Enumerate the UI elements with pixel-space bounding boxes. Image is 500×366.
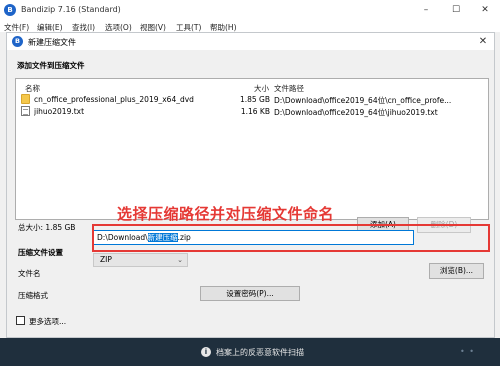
format-select[interactable]: ZIP ⌄ — [93, 253, 188, 267]
folder-icon — [21, 94, 30, 104]
file-name: jihuo2019.txt — [34, 107, 85, 116]
file-list[interactable]: 名称 大小 文件路径 cn_office_professional_plus_2… — [15, 78, 489, 220]
maximize-button[interactable]: ☐ — [443, 2, 469, 18]
file-row[interactable]: cn_office_professional_plus_2019_x64_dvd… — [16, 93, 488, 105]
annotation-caption: 选择压缩路径并对压缩文件命名 — [117, 205, 335, 223]
dialog-close-button[interactable]: ✕ — [475, 35, 491, 49]
more-options-checkbox[interactable] — [16, 316, 25, 325]
format-value: ZIP — [100, 255, 112, 264]
text-file-icon — [21, 106, 30, 116]
chevron-down-icon: ⌄ — [177, 256, 183, 264]
file-path: D:\Download\office2019_64位\jihuo2019.txt — [274, 108, 438, 117]
filename-label: 文件名 — [18, 269, 41, 278]
file-size: 1.16 KB — [240, 107, 270, 116]
status-bar: i 档案上的反恶意软件扫描 • • — [0, 338, 500, 366]
new-archive-dialog: B 新建压缩文件 ✕ 添加文件到压缩文件 名称 大小 文件路径 cn_offic… — [6, 32, 495, 338]
minimize-button[interactable]: – — [413, 2, 439, 18]
dialog-title: 新建压缩文件 — [28, 38, 76, 47]
more-options-label[interactable]: 更多选项... — [29, 316, 66, 327]
info-icon: i — [201, 347, 211, 357]
add-files-section-title: 添加文件到压缩文件 — [17, 61, 85, 70]
set-password-button[interactable]: 设置密码(P)... — [200, 286, 300, 301]
format-label: 压缩格式 — [18, 291, 48, 300]
archive-settings-section-title: 压缩文件设置 — [18, 248, 63, 257]
file-row[interactable]: jihuo2019.txt 1.16 KB D:\Download\office… — [16, 105, 488, 117]
browse-button[interactable]: 浏览(B)... — [429, 263, 484, 279]
window-close-button[interactable]: ✕ — [472, 2, 498, 18]
dialog-title-bar — [7, 33, 494, 50]
total-size: 总大小: 1.85 GB — [18, 223, 76, 232]
dots-indicator: • • — [460, 347, 475, 356]
annotation-highlight-box — [92, 224, 490, 252]
file-name: cn_office_professional_plus_2019_x64_dvd — [34, 95, 194, 104]
file-size: 1.85 GB — [239, 95, 270, 104]
window-title: Bandizip 7.16 (Standard) — [21, 5, 121, 14]
bandizip-dialog-icon: B — [12, 36, 23, 47]
malware-scan-link[interactable]: 档案上的反恶意软件扫描 — [216, 347, 304, 358]
bandizip-logo-icon: B — [4, 4, 16, 16]
